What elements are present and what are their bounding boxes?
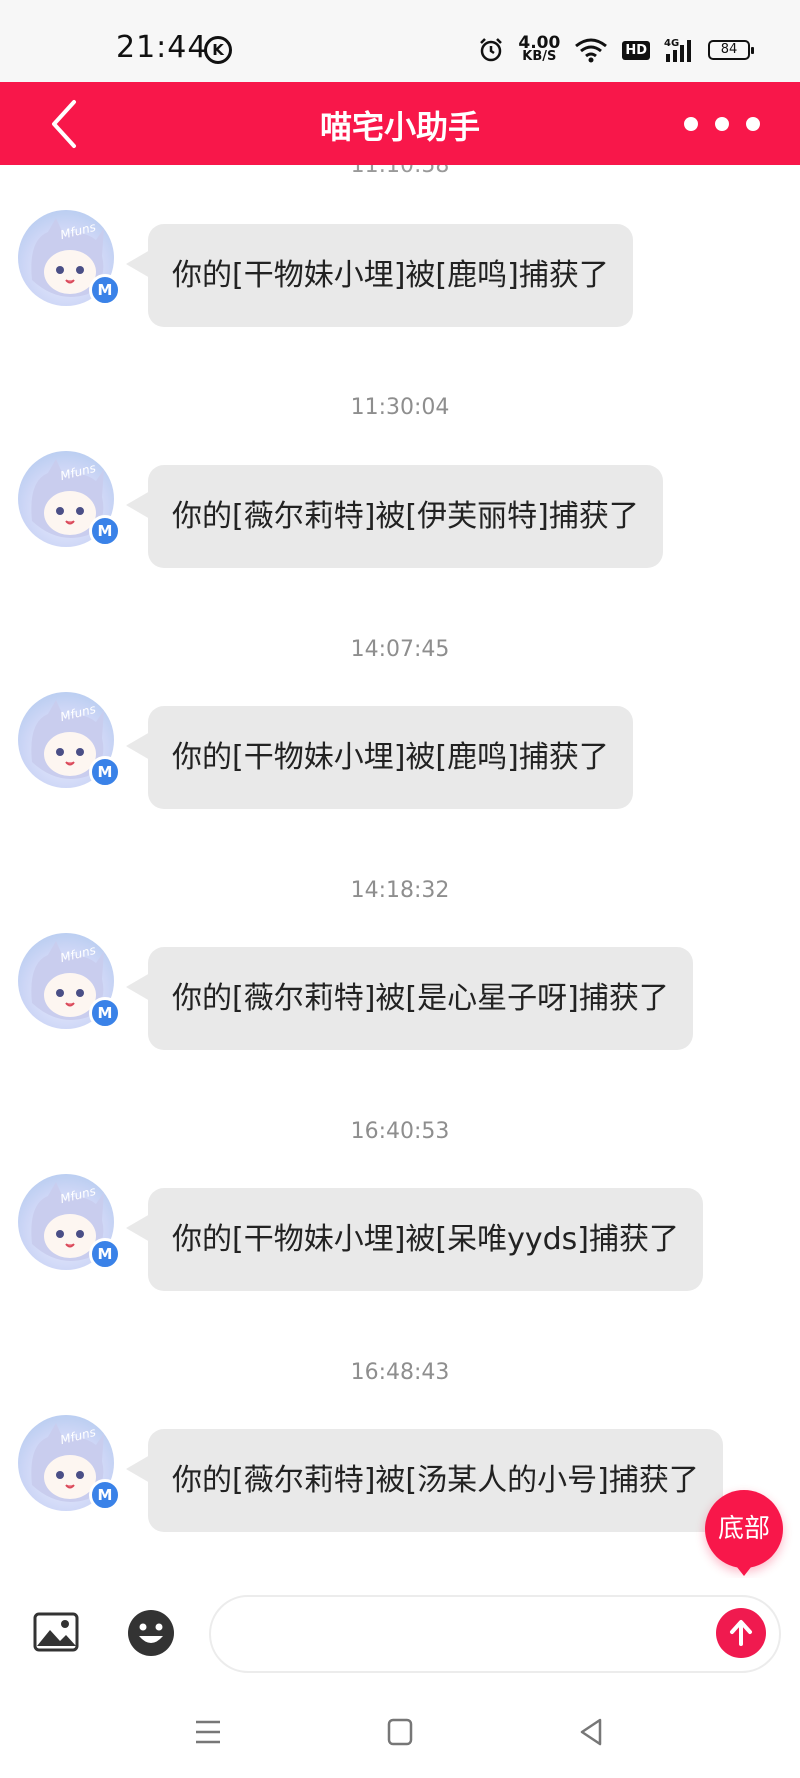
- net-speed-unit: KB/S: [522, 49, 557, 64]
- app-header: 喵宅小助手: [0, 82, 800, 165]
- nav-menu-button[interactable]: [186, 1710, 230, 1754]
- image-picker-button[interactable]: [32, 1608, 80, 1656]
- message-bubble[interactable]: 你的[薇尔莉特]被[是心星子呀]捕获了: [126, 947, 693, 1050]
- system-nav-bar: [0, 1688, 800, 1778]
- page-title: 喵宅小助手: [319, 108, 480, 146]
- message-bubble[interactable]: 你的[干物妹小埋]被[鹿鸣]捕获了: [126, 224, 633, 327]
- battery-indicator: 84: [708, 40, 754, 60]
- signal-icon: 4G: [664, 38, 691, 62]
- verified-badge: M: [89, 997, 121, 1029]
- avatar[interactable]: Mfuns M: [18, 692, 121, 788]
- timestamp: 16:40:53: [350, 1119, 450, 1144]
- menu-icon: [196, 1720, 220, 1744]
- timestamp: 11:30:04: [350, 395, 450, 420]
- back-triangle-icon: [580, 1718, 602, 1746]
- send-button[interactable]: [716, 1608, 766, 1658]
- verified-badge: M: [89, 756, 121, 788]
- message-bubble[interactable]: 你的[干物妹小埋]被[鹿鸣]捕获了: [126, 706, 633, 809]
- message-input[interactable]: [209, 1595, 781, 1673]
- avatar[interactable]: Mfuns M: [18, 1174, 121, 1270]
- home-square-icon: [387, 1718, 413, 1746]
- more-dot-icon: [715, 117, 729, 131]
- emoji-button[interactable]: [126, 1608, 176, 1658]
- message-bubble[interactable]: 你的[干物妹小埋]被[呆唯yyds]捕获了: [126, 1188, 703, 1291]
- hd-badge: HD: [622, 40, 650, 60]
- avatar[interactable]: Mfuns M: [18, 451, 121, 547]
- timestamp: 14:07:45: [350, 637, 450, 662]
- more-options-button[interactable]: [684, 106, 760, 142]
- message-bubble[interactable]: 你的[薇尔莉特]被[汤某人的小号]捕获了: [126, 1429, 723, 1532]
- k-app-icon: K: [204, 36, 232, 64]
- nav-back-button[interactable]: [570, 1710, 614, 1754]
- scroll-to-bottom-button[interactable]: 底部: [705, 1490, 783, 1576]
- timestamp-cut: 11:10:58: [350, 165, 450, 178]
- verified-badge: M: [89, 1238, 121, 1270]
- smiley-icon: [128, 1610, 174, 1656]
- verified-badge: M: [89, 515, 121, 547]
- timestamp: 14:18:32: [350, 878, 450, 903]
- image-icon: [33, 1612, 79, 1652]
- input-bar: [0, 1578, 800, 1688]
- nav-home-button[interactable]: [378, 1710, 422, 1754]
- alarm-icon: [480, 38, 503, 62]
- arrow-up-icon: [730, 1620, 752, 1646]
- more-dot-icon: [746, 117, 760, 131]
- signal-label: 4G: [664, 38, 679, 49]
- more-dot-icon: [684, 117, 698, 131]
- wifi-icon: [575, 38, 608, 63]
- avatar[interactable]: Mfuns M: [18, 933, 121, 1029]
- timestamp: 16:48:43: [350, 1360, 450, 1385]
- message-bubble[interactable]: 你的[薇尔莉特]被[伊芙丽特]捕获了: [126, 465, 663, 568]
- status-time: 21:44: [116, 30, 208, 65]
- status-icons: 4.00 KB/S HD 4G 84: [478, 32, 754, 68]
- status-bar: 21:44 K 4.00 KB/S HD 4G 84: [0, 0, 800, 82]
- net-speed: 4.00 KB/S: [518, 35, 560, 64]
- avatar[interactable]: Mfuns M: [18, 1415, 121, 1511]
- chat-area[interactable]: 11:10:58 Mfuns M 你的[干物妹小埋]被[鹿鸣]捕获了 11:30…: [0, 165, 800, 1575]
- verified-badge: M: [89, 274, 121, 306]
- verified-badge: M: [89, 1479, 121, 1511]
- avatar[interactable]: Mfuns M: [18, 210, 121, 306]
